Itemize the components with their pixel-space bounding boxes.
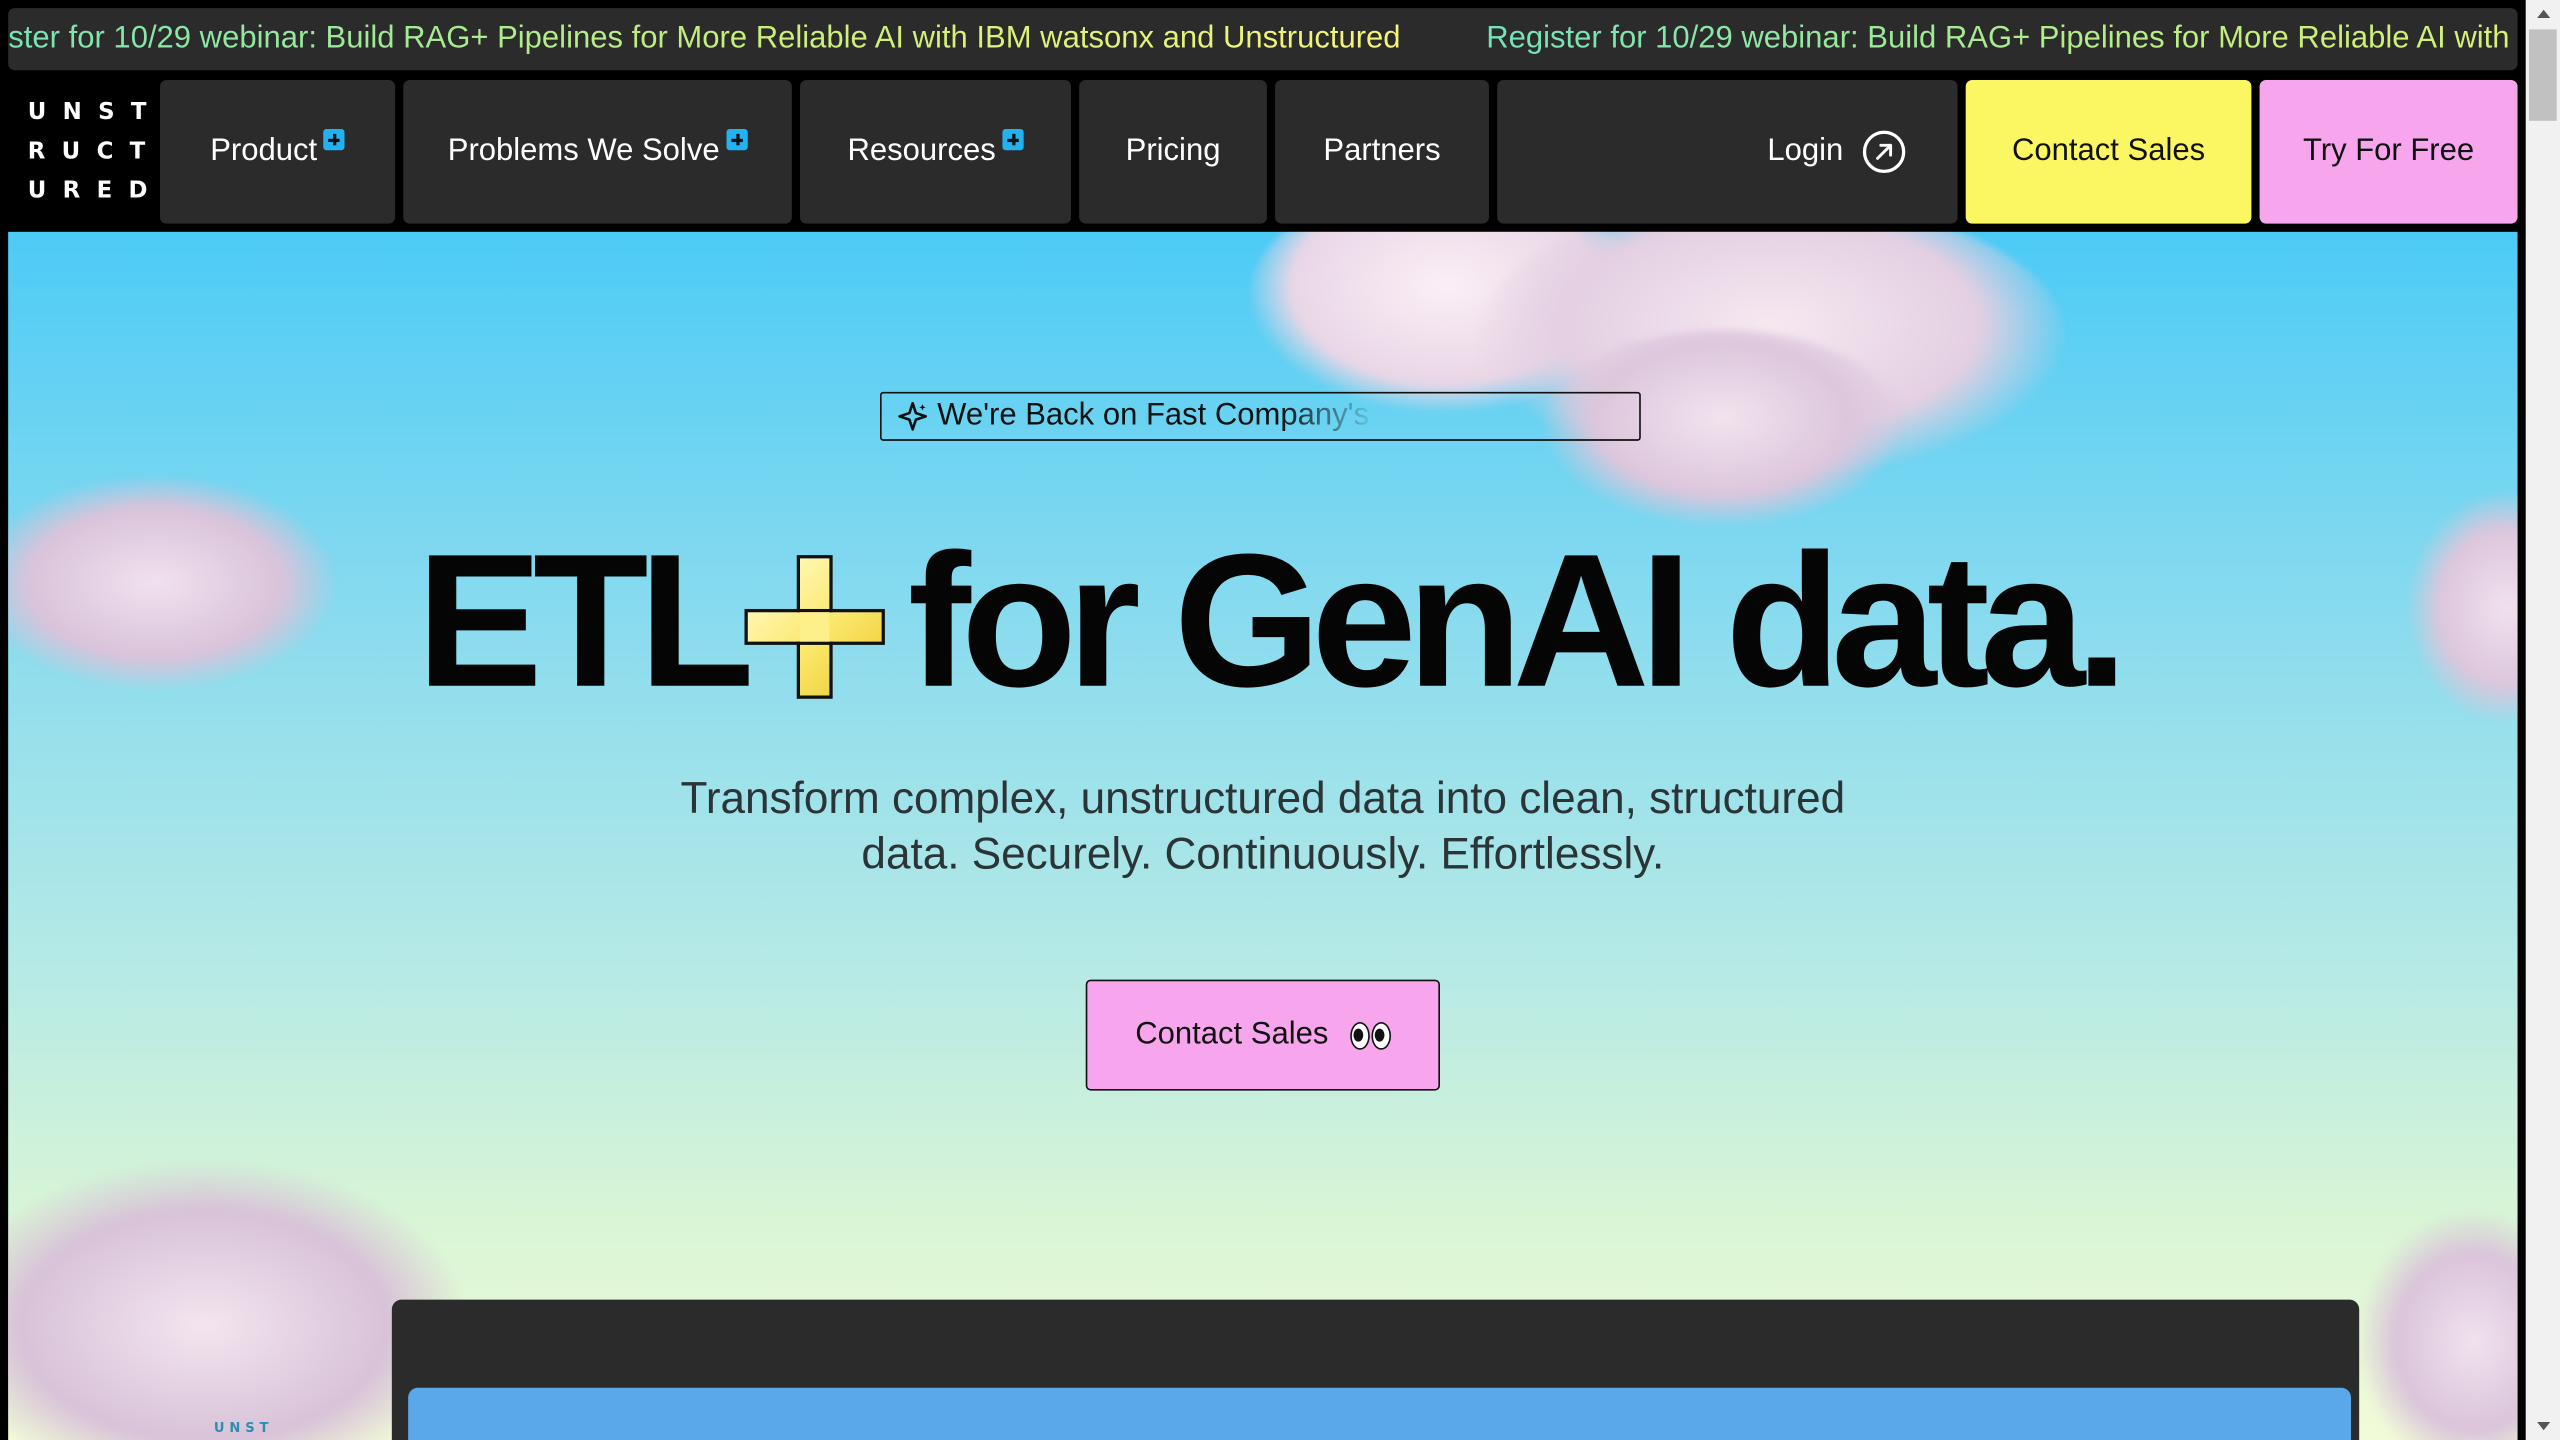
page: Register for 10/29 webinar: Build RAG+ P… [0, 0, 2560, 1440]
yellow-plus-icon [744, 555, 886, 699]
plus-square-icon [1002, 128, 1024, 150]
hero-headline: ETL for GenAI data. [416, 522, 2128, 718]
main-nav: UNST RUCT URED Product Problems We Solve… [0, 79, 2518, 224]
logo-line: URED [27, 177, 164, 205]
logo-line: UNST [27, 99, 163, 126]
contact-sales-label: Contact Sales [2011, 133, 2206, 169]
cloud-decoration [2359, 1211, 2518, 1440]
ticker-track: Register for 10/29 webinar: Build RAG+ P… [8, 8, 2517, 70]
announcement-ticker[interactable]: Register for 10/29 webinar: Build RAG+ P… [8, 8, 2518, 71]
ticker-item[interactable]: Register for 10/29 webinar: Build RAG+ P… [8, 8, 1400, 70]
scroll-up-arrow-icon[interactable] [2526, 0, 2560, 28]
page-scrollbar[interactable] [2525, 0, 2560, 1440]
unstructured-logo[interactable]: UNST RUCT URED [8, 79, 152, 224]
subtitle-line: data. Securely. Continuously. Effortless… [861, 829, 1665, 879]
cta-label: Contact Sales [1135, 1017, 1329, 1052]
nav-item-label: Partners [1323, 133, 1441, 169]
headline-rest: for GenAI data. [907, 514, 2128, 727]
nav-item-label: Problems We Solve [447, 133, 720, 169]
subtitle-line: Transform complex, unstructured data int… [680, 773, 1846, 823]
arrow-up-right-circle-icon [1862, 130, 1906, 174]
contact-sales-nav-button[interactable]: Contact Sales [1965, 79, 2252, 224]
ticker-item[interactable]: Register for 10/29 webinar: Build RAG+ P… [1486, 8, 2517, 70]
announcement-badge[interactable]: We're Back on Fast Company's [879, 391, 1641, 441]
cloud-decoration [8, 476, 335, 689]
plus-square-icon [323, 128, 345, 150]
badge-text: We're Back on Fast Company's [937, 398, 1370, 433]
login-inner: Login [1767, 80, 1906, 224]
login-button[interactable]: Login [1497, 79, 1958, 224]
try-for-free-button[interactable]: Try For Free [2259, 79, 2518, 224]
cloud-decoration [2408, 493, 2518, 722]
arrow-up-right-glyph [1876, 143, 1893, 160]
nav-item-label: Pricing [1125, 133, 1221, 169]
logo-line: RUCT [27, 138, 162, 165]
contact-sales-cta-button[interactable]: Contact Sales [1085, 979, 1440, 1091]
nav-item-partners[interactable]: Partners [1275, 79, 1489, 224]
headline-etl: ETL [416, 514, 754, 727]
hero-subtitle: Transform complex, unstructured data int… [8, 771, 2517, 882]
plus-square-icon [726, 128, 748, 150]
try-for-free-label: Try For Free [2302, 133, 2475, 169]
eyes-emoji-icon [1348, 1021, 1391, 1049]
scroll-down-arrow-icon[interactable] [2526, 1412, 2560, 1440]
nav-item-resources[interactable]: Resources [799, 79, 1072, 224]
nav-item-pricing[interactable]: Pricing [1079, 79, 1267, 224]
nav-item-product[interactable]: Product [159, 79, 396, 224]
product-preview-frame [391, 1299, 2360, 1440]
preview-logo: UNST [213, 1420, 274, 1436]
product-preview-screen [408, 1387, 2352, 1440]
scrollbar-thumb[interactable] [2528, 29, 2557, 121]
nav-item-problems-we-solve[interactable]: Problems We Solve [403, 79, 792, 224]
login-label: Login [1767, 133, 1844, 169]
nav-item-label: Resources [847, 133, 996, 169]
hero-section: We're Back on Fast Company's ETL for GenA… [8, 231, 2518, 1440]
nav-item-label: Product [210, 133, 318, 169]
sparkle-icon [898, 401, 928, 431]
